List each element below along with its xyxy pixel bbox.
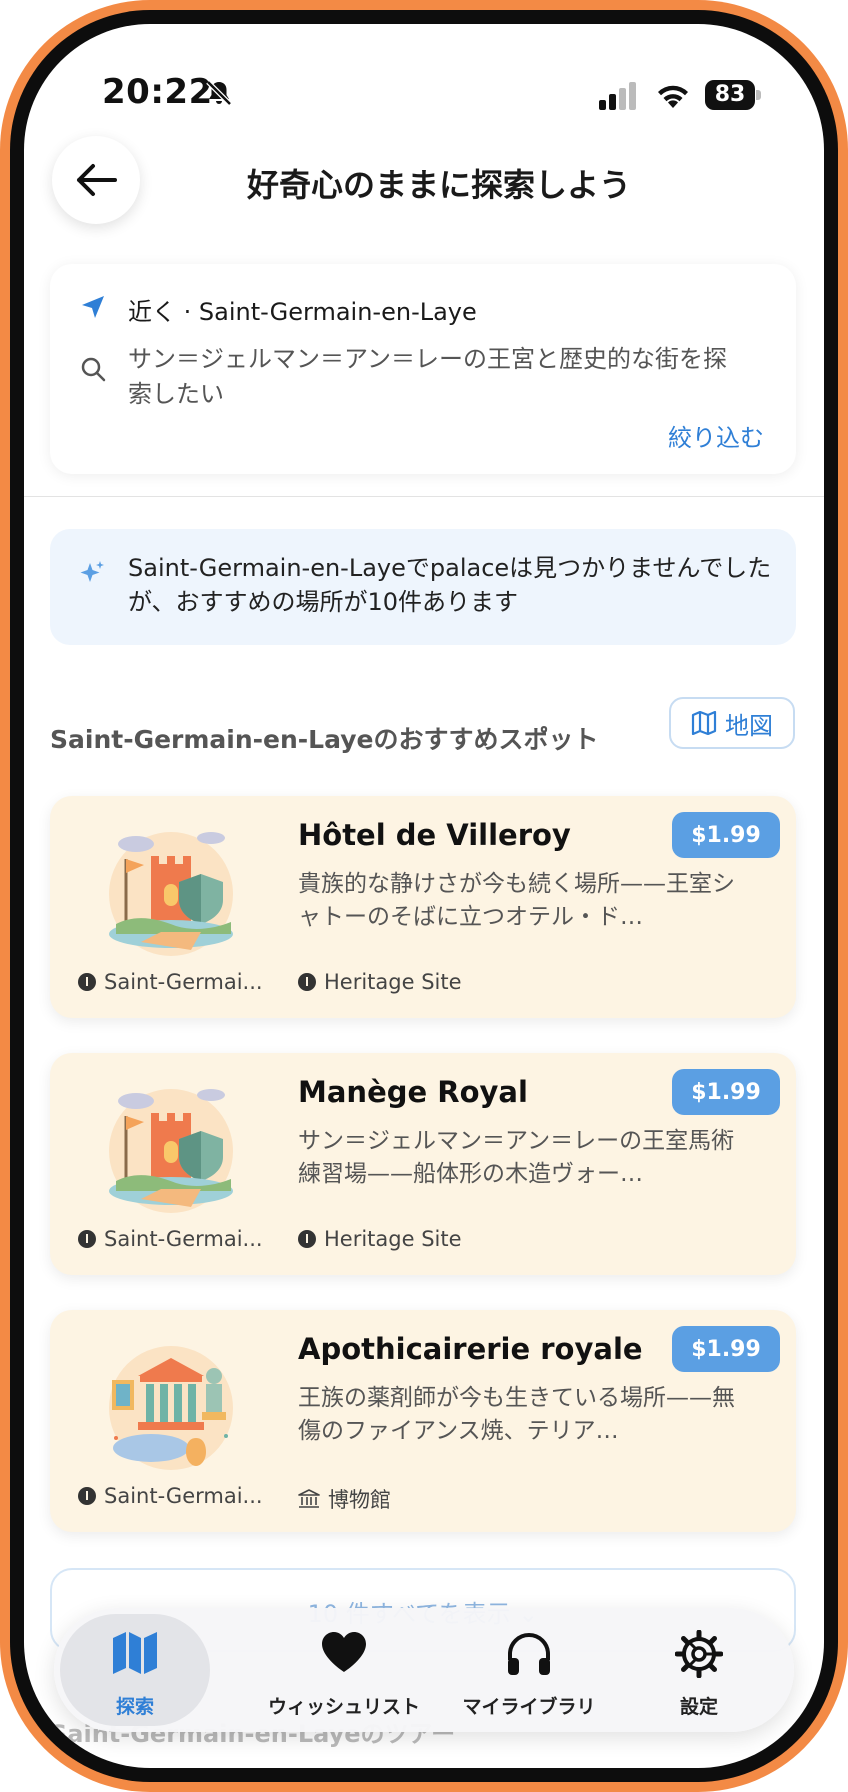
place-name: Manège Royal	[298, 1075, 528, 1109]
price-badge[interactable]: $1.99	[672, 1069, 780, 1115]
location-label: 近く · Saint-Germain-en-Laye	[128, 298, 477, 326]
place-location-label: Saint-Germai...	[104, 970, 263, 994]
map-icon	[113, 1632, 157, 1674]
museum-icon	[298, 1489, 320, 1508]
place-description: サン＝ジェルマン＝アン＝レーの王室馬術練習場——船体形の木造ヴォー…	[298, 1128, 735, 1187]
info-banner: Saint-Germain-en-Layeでpalaceは見つかりませんでしたが…	[50, 529, 796, 645]
place-location: Saint-Germai...	[78, 1484, 263, 1508]
place-category-label: 博物館	[328, 1488, 391, 1512]
header-divider	[24, 496, 824, 497]
price-badge[interactable]: $1.99	[672, 812, 780, 858]
place-category: 博物館	[298, 1484, 391, 1514]
signal-icon	[599, 82, 636, 110]
place-name: Hôtel de Villeroy	[298, 818, 571, 852]
place-category-label: Heritage Site	[324, 1227, 462, 1251]
tab-label: 探索	[115, 1696, 154, 1718]
screen: 20:22 83 好奇心のままに探索しよう 近く · Saint-Germain…	[24, 24, 824, 1768]
place-location-label: Saint-Germai...	[104, 1484, 263, 1508]
map-button[interactable]: 地図	[669, 697, 795, 749]
info-icon	[78, 973, 96, 991]
tab-explore[interactable]: 探索	[60, 1614, 210, 1726]
battery-indicator: 83	[705, 80, 761, 110]
museum-illustration	[109, 1346, 233, 1470]
tab-settings[interactable]: 設定	[634, 1614, 764, 1726]
place-card[interactable]: Hôtel de Villeroy 貴族的な静けさが今も続く場所——王室シャトー…	[50, 796, 796, 1018]
tab-label: マイライブラリ	[462, 1696, 596, 1718]
tab-library[interactable]: マイライブラリ	[454, 1614, 604, 1726]
price-badge[interactable]: $1.99	[672, 1326, 780, 1372]
gear-icon	[675, 1630, 723, 1678]
place-category-label: Heritage Site	[324, 970, 462, 994]
refine-button[interactable]: 絞り込む	[668, 418, 764, 453]
place-location-label: Saint-Germai...	[104, 1227, 263, 1251]
bell-off-icon	[206, 80, 232, 106]
tab-label: 設定	[679, 1696, 718, 1718]
heart-icon	[322, 1632, 366, 1672]
wifi-icon	[658, 85, 688, 108]
place-description: 王族の薬剤師が今も生きている場所——無傷のファイアンス焼、テリア…	[298, 1385, 735, 1444]
search-icon	[81, 357, 106, 382]
info-icon	[78, 1487, 96, 1505]
place-location: Saint-Germai...	[78, 970, 263, 994]
place-card[interactable]: Manège Royal サン＝ジェルマン＝アン＝レーの王室馬術練習場——船体形…	[50, 1053, 796, 1275]
search-card[interactable]: 近く · Saint-Germain-en-Laye サン＝ジェルマン＝アン＝レ…	[50, 264, 796, 474]
place-name: Apothicairerie royale	[298, 1332, 643, 1366]
info-icon	[298, 1230, 316, 1248]
place-location: Saint-Germai...	[78, 1227, 263, 1251]
section-title: Saint-Germain-en-Layeのおすすめスポット	[50, 725, 599, 754]
search-query[interactable]: サン＝ジェルマン＝アン＝レーの王宮と歴史的な街を探索したい	[128, 342, 748, 412]
tab-wishlist[interactable]: ウィッシュリスト	[259, 1614, 429, 1726]
place-description: 貴族的な静けさが今も続く場所——王室シャトーのそばに立つオテル・ド…	[298, 871, 735, 930]
info-icon	[78, 1230, 96, 1248]
status-time: 20:22	[102, 72, 213, 112]
castle-illustration	[109, 832, 233, 956]
tab-label: ウィッシュリスト	[267, 1696, 420, 1718]
location-arrow-icon	[82, 296, 104, 318]
tab-bar: 探索 ウィッシュリスト マイライブラリ 設定	[54, 1608, 794, 1732]
castle-illustration	[109, 1089, 233, 1213]
place-card[interactable]: Apothicairerie royale 王族の薬剤師が今も生きている場所——…	[50, 1310, 796, 1532]
map-icon	[691, 711, 717, 735]
headphones-icon	[508, 1633, 550, 1675]
map-button-label: 地図	[725, 711, 773, 740]
info-icon	[298, 973, 316, 991]
page-title: 好奇心のままに探索しよう	[246, 166, 631, 204]
place-category: Heritage Site	[298, 1227, 462, 1251]
banner-text: Saint-Germain-en-Layeでpalaceは見つかりませんでしたが…	[128, 554, 772, 616]
sparkle-icon	[80, 561, 104, 582]
battery-tip	[756, 90, 761, 100]
place-category: Heritage Site	[298, 970, 462, 994]
battery-level: 83	[705, 80, 755, 110]
